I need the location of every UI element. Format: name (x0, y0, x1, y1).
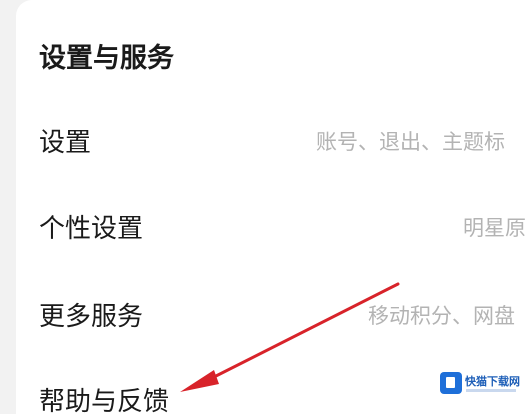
help-feedback-row-label: 帮助与反馈 (39, 387, 170, 414)
settings-row-label: 设置 (39, 128, 92, 158)
watermark-text: 快猫下载网 (465, 375, 520, 388)
watermark-badge: 快猫下载网 (436, 366, 522, 406)
more-services-row[interactable]: 更多服务 移动积分、网盘 (16, 290, 530, 334)
personalization-row-value: 明星原 (463, 216, 526, 240)
watermark-subline (466, 389, 516, 392)
settings-services-card: 设置与服务 设置 账号、退出、主题标 个性设置 明星原 更多服务 移动积分、网盘… (16, 0, 530, 414)
more-services-row-label: 更多服务 (39, 302, 144, 332)
personalization-row[interactable]: 个性设置 明星原 (16, 202, 530, 246)
settings-row-value: 账号、退出、主题标 (316, 130, 505, 154)
section-title: 设置与服务 (39, 43, 174, 74)
personalization-row-label: 个性设置 (39, 214, 144, 244)
settings-row[interactable]: 设置 账号、退出、主题标 (16, 116, 530, 160)
more-services-row-value: 移动积分、网盘 (368, 304, 515, 328)
watermark-logo-icon (440, 372, 462, 394)
